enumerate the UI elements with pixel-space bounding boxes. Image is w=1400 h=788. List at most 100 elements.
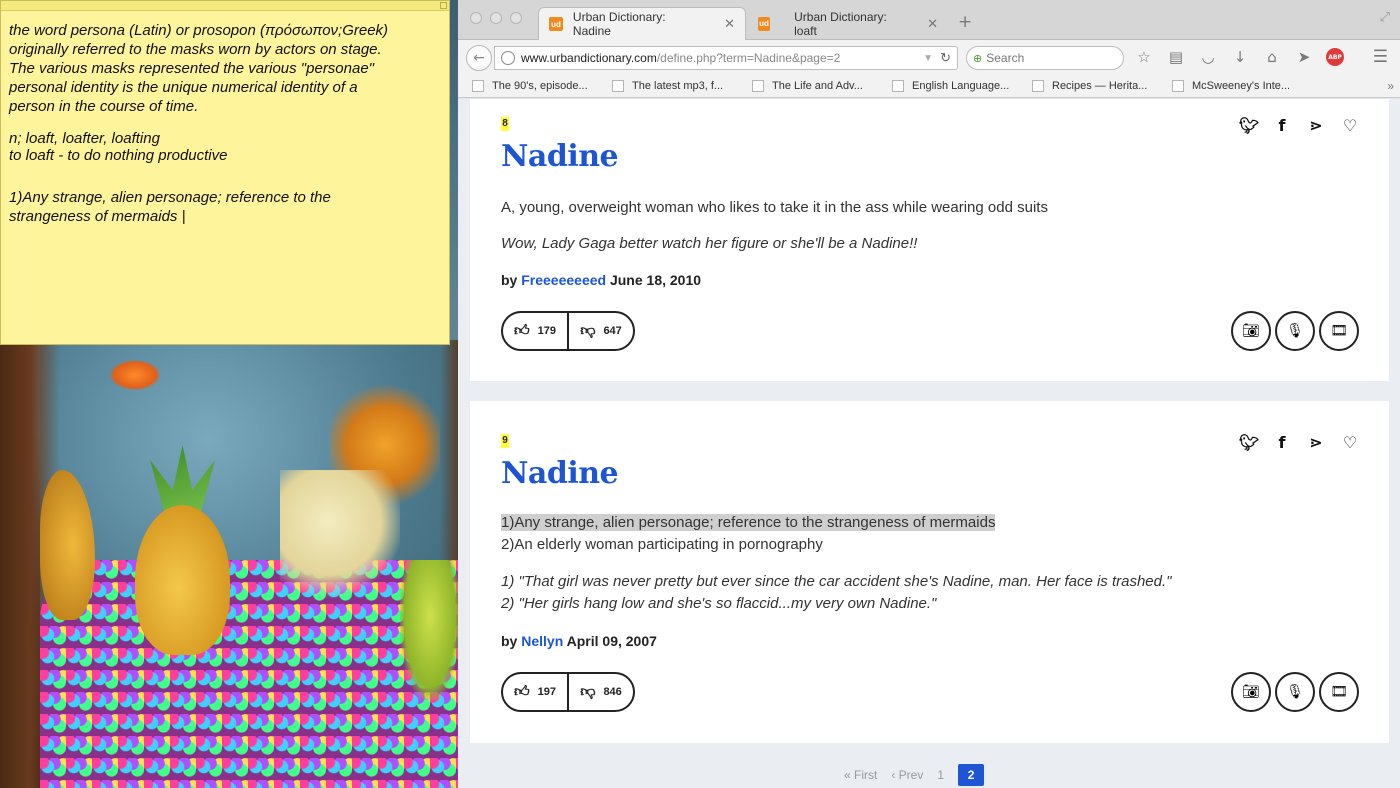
definition-meaning: 1)Any strange, alien personage; referenc… <box>501 512 996 556</box>
goldfish <box>110 360 160 390</box>
page-icon <box>1032 79 1044 92</box>
sticky-paragraph-nadine: 1)Any strange, alien personage; referenc… <box>9 188 441 226</box>
media-buttons: 📷︎ 🎙︎ 🎞︎ <box>1231 672 1359 712</box>
bookmark-item[interactable]: The latest mp3, f... <box>612 79 752 92</box>
bookmark-item[interactable]: McSweeney's Inte... <box>1172 79 1312 92</box>
prev-page-link[interactable]: ‹ Prev <box>891 768 923 782</box>
url-host: www.urbandictionary.com <box>521 51 657 65</box>
sticky-paragraph-persona: the word persona (Latin) or prosopon (πρ… <box>9 21 441 116</box>
url-bar[interactable]: www.urbandictionary.com /define.php?term… <box>494 46 958 70</box>
hamburger-menu-icon[interactable]: ☰ <box>1373 47 1388 67</box>
definition-word[interactable]: Nadine <box>501 456 619 491</box>
download-icon[interactable]: ↓ <box>1230 48 1250 66</box>
bookmark-label: The 90's, episode... <box>492 79 588 92</box>
sticky-line: to loaft - to do nothing productive <box>9 147 228 164</box>
sticky-note-text[interactable]: the word persona (Latin) or prosopon (πρ… <box>1 11 449 250</box>
white-coral <box>280 470 400 600</box>
sticky-resize-icon[interactable] <box>440 2 447 9</box>
bookmark-item[interactable]: The Life and Adv... <box>752 79 892 92</box>
meaning-line: A, young, overweight woman who likes to … <box>501 199 1048 216</box>
bookmark-label: McSweeney's Inte... <box>1192 79 1291 92</box>
page-link-1[interactable]: 1 <box>937 768 944 782</box>
twitter-icon[interactable]: 🐦︎ <box>1239 433 1259 452</box>
definition-date: April 09, 2007 <box>566 633 657 649</box>
upvote-button[interactable]: 👍︎ 197 <box>503 674 567 710</box>
page-icon <box>892 79 904 92</box>
tab-urban-dictionary-nadine[interactable]: ud Urban Dictionary: Nadine ✕ <box>538 7 746 40</box>
video-icon[interactable]: 🎞︎ <box>1319 672 1359 712</box>
share-icons: 🐦︎ f ⋗ ♡ <box>1239 116 1359 135</box>
sticky-line: strangeness of mermaids | <box>9 208 186 225</box>
sticky-titlebar[interactable] <box>1 1 449 11</box>
reload-icon[interactable]: ↻ <box>940 50 951 66</box>
zoom-window-button[interactable] <box>510 12 522 24</box>
facebook-icon[interactable]: f <box>1273 116 1291 135</box>
sticky-note[interactable]: the word persona (Latin) or prosopon (πρ… <box>0 0 450 345</box>
fullscreen-icon[interactable]: ⤢ <box>1380 10 1390 25</box>
twitter-icon[interactable]: 🐦︎ <box>1239 116 1259 135</box>
close-tab-icon[interactable]: ✕ <box>724 16 735 32</box>
camera-icon[interactable]: 📷︎ <box>1231 672 1271 712</box>
upvote-count: 179 <box>537 325 557 337</box>
url-dropdown-icon[interactable]: ▼ <box>923 53 933 64</box>
close-window-button[interactable] <box>470 12 482 24</box>
author-link[interactable]: Nellyn <box>521 633 563 649</box>
page-icon <box>752 79 764 92</box>
bookmark-star-icon[interactable]: ☆ <box>1134 48 1154 66</box>
facebook-icon[interactable]: f <box>1273 433 1291 452</box>
tab-label: Urban Dictionary: loaft <box>794 9 887 38</box>
microphone-icon[interactable]: 🎙︎ <box>1275 311 1315 351</box>
thumbs-down-icon: 👎︎ <box>580 322 596 339</box>
minimize-window-button[interactable] <box>490 12 502 24</box>
search-icon: ⊕ <box>973 52 983 65</box>
thumbs-up-icon: 👍︎ <box>513 322 530 339</box>
green-plant <box>400 560 460 700</box>
heart-icon[interactable]: ♡ <box>1341 116 1359 135</box>
definition-card: 8 🐦︎ f ⋗ ♡ Nadine A, young, overweight w… <box>470 99 1389 381</box>
downvote-button[interactable]: 👎︎ 647 <box>567 313 633 349</box>
bookmark-item[interactable]: English Language... <box>892 79 1032 92</box>
bookmark-label: The latest mp3, f... <box>632 79 724 92</box>
definition-example: 1) "That girl was never pretty but ever … <box>501 571 1172 615</box>
reading-list-icon[interactable]: ▤ <box>1166 48 1186 66</box>
thumbs-down-icon: 👎︎ <box>580 683 596 700</box>
definition-date: June 18, 2010 <box>609 272 702 288</box>
heart-icon[interactable]: ♡ <box>1341 433 1359 452</box>
selected-text[interactable]: 1)Any strange, alien personage; referenc… <box>501 514 996 531</box>
page-link-current[interactable]: 2 <box>958 764 985 786</box>
pocket-icon[interactable]: ◡ <box>1198 48 1218 66</box>
page-icon <box>612 79 624 92</box>
tab-bar: ud Urban Dictionary: Nadine ✕ ud Urban D… <box>458 0 1400 40</box>
search-input[interactable]: ⊕ Search <box>966 46 1124 70</box>
definition-meaning: A, young, overweight woman who likes to … <box>501 197 1048 219</box>
bookmarks-overflow-icon[interactable]: » <box>1387 79 1394 93</box>
author-link[interactable]: Freeeeeeeed <box>521 272 606 288</box>
example-line: Wow, Lady Gaga better watch her figure o… <box>501 235 918 252</box>
share-icon[interactable]: ⋗ <box>1307 433 1325 452</box>
definition-word[interactable]: Nadine <box>501 139 619 174</box>
navigation-bar: ← www.urbandictionary.com /define.php?te… <box>458 40 1400 74</box>
bookmark-item[interactable]: The 90's, episode... <box>472 79 612 92</box>
home-icon[interactable]: ⌂ <box>1262 48 1282 66</box>
camera-icon[interactable]: 📷︎ <box>1231 311 1271 351</box>
downvote-count: 647 <box>603 325 622 337</box>
adblock-icon[interactable]: ABP <box>1326 48 1344 66</box>
share-icon[interactable]: ⋗ <box>1307 116 1325 135</box>
microphone-icon[interactable]: 🎙︎ <box>1275 672 1315 712</box>
upvote-count: 197 <box>537 686 557 698</box>
downvote-button[interactable]: 👎︎ 846 <box>567 674 633 710</box>
bookmark-item[interactable]: Recipes — Herita... <box>1032 79 1172 92</box>
sticky-line: n; loaft, loafter, loafting <box>9 130 160 147</box>
upvote-button[interactable]: 👍︎ 179 <box>503 313 567 349</box>
search-placeholder: Search <box>986 51 1025 65</box>
meaning-line: 1)Any strange, alien personage; referenc… <box>501 512 996 534</box>
video-icon[interactable]: 🎞︎ <box>1319 311 1359 351</box>
bookmark-label: Recipes — Herita... <box>1052 79 1148 92</box>
back-button[interactable]: ← <box>466 45 492 71</box>
close-tab-icon[interactable]: ✕ <box>927 16 938 32</box>
new-tab-button[interactable]: + <box>958 12 972 32</box>
first-page-link[interactable]: « First <box>844 768 877 782</box>
thumbs-up-icon: 👍︎ <box>513 683 530 700</box>
share-arrow-icon[interactable]: ➤ <box>1294 48 1314 66</box>
tab-urban-dictionary-loaft[interactable]: ud Urban Dictionary: loaft ✕ <box>748 7 948 40</box>
